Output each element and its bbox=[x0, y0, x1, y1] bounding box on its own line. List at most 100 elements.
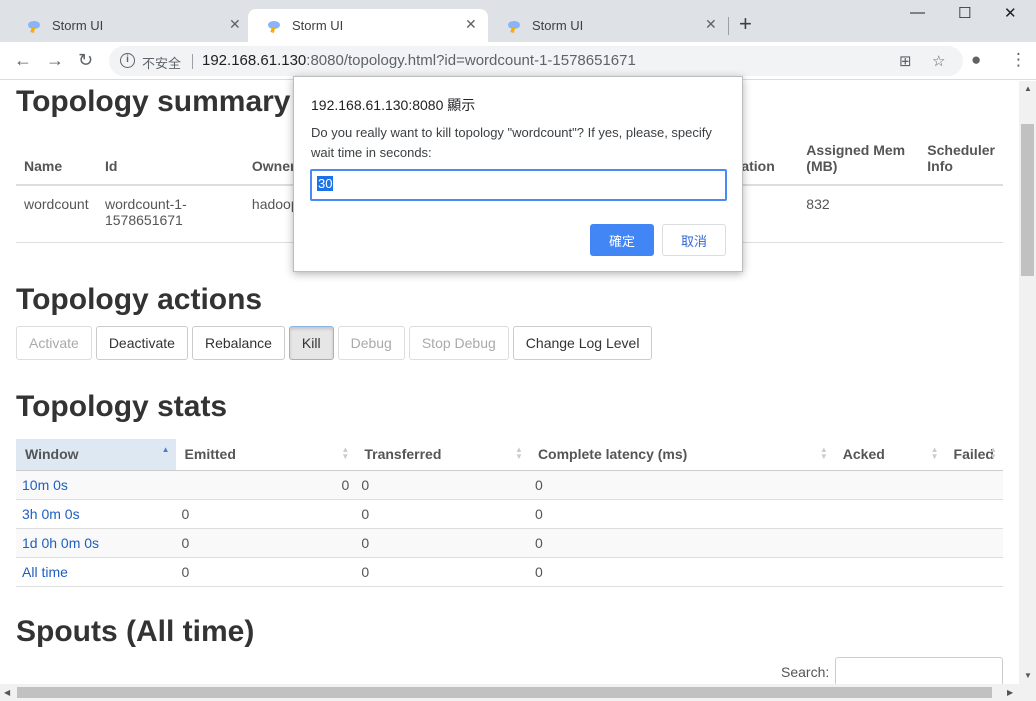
tab-title: Storm UI bbox=[292, 18, 344, 33]
topology-actions-heading: Topology actions bbox=[16, 283, 263, 316]
cell-failed bbox=[944, 528, 1003, 558]
debug-button[interactable]: Debug bbox=[337, 326, 405, 360]
cell-failed bbox=[944, 557, 1003, 587]
tab-storm-ui-1[interactable]: Storm UI ✕ bbox=[8, 9, 248, 42]
cell-window: All time bbox=[16, 557, 176, 587]
scroll-up-icon[interactable]: ▲ bbox=[1024, 84, 1032, 93]
dialog-message: Do you really want to kill topology "wor… bbox=[311, 125, 712, 160]
kill-prompt-dialog: 192.168.61.130:8080 顯示 Do you really wan… bbox=[293, 76, 743, 272]
cell-empty bbox=[733, 185, 799, 243]
col-acked-label: Acked bbox=[842, 446, 885, 463]
menu-kebab-icon[interactable]: ⋮ bbox=[1010, 50, 1027, 70]
storm-cloud-icon bbox=[268, 21, 280, 34]
col-transferred[interactable]: Transferred ▲ ▼ bbox=[355, 439, 529, 471]
horizontal-scroll-thumb[interactable] bbox=[17, 687, 992, 698]
security-label: 不安全 bbox=[142, 56, 182, 71]
col-emitted-label: Emitted bbox=[184, 446, 236, 463]
cell-emitted: 0 bbox=[175, 528, 356, 558]
spouts-search-input[interactable] bbox=[835, 657, 1003, 684]
col-window[interactable]: Window ▲ bbox=[16, 439, 176, 471]
address-bar[interactable]: i 不安全 192.168.61.130:8080/topology.html?… bbox=[109, 46, 963, 76]
sort-icon: ▲ ▼ bbox=[930, 445, 939, 461]
col-name: Name bbox=[16, 131, 97, 186]
back-arrow-icon[interactable]: ← bbox=[14, 50, 32, 71]
horizontal-scrollbar[interactable]: ◀ ▶ bbox=[0, 684, 1036, 701]
kill-button[interactable]: Kill bbox=[288, 326, 334, 360]
tab-close-icon[interactable]: ✕ bbox=[229, 16, 241, 33]
dialog-ok-button[interactable]: 確定 bbox=[590, 224, 654, 256]
cell-latency: 0 bbox=[528, 470, 834, 500]
cell-emitted: 0 bbox=[175, 499, 356, 529]
sort-icon: ▲ ▼ bbox=[989, 445, 997, 461]
stop-debug-button[interactable]: Stop Debug bbox=[408, 326, 509, 360]
col-complete-latency[interactable]: Complete latency (ms) ▲ ▼ bbox=[528, 439, 834, 471]
cell-transferred: 0 bbox=[355, 557, 529, 587]
forward-arrow-icon[interactable]: → bbox=[46, 50, 64, 71]
tab-storm-ui-2[interactable]: Storm UI ✕ bbox=[248, 9, 488, 42]
info-icon[interactable]: i bbox=[120, 53, 135, 68]
profile-avatar-icon[interactable]: ● bbox=[971, 50, 981, 70]
cell-transferred: 0 bbox=[355, 470, 529, 500]
scroll-right-icon[interactable]: ▶ bbox=[1007, 688, 1013, 697]
tab-close-icon[interactable]: ✕ bbox=[465, 16, 477, 33]
window-link[interactable]: 3h 0m 0s bbox=[22, 506, 80, 522]
rebalance-button[interactable]: Rebalance bbox=[191, 326, 285, 360]
new-tab-button[interactable]: + bbox=[739, 13, 752, 35]
cell-emitted: 0 bbox=[175, 470, 356, 500]
cell-acked bbox=[833, 470, 945, 500]
cell-failed bbox=[944, 499, 1003, 529]
window-close-button[interactable]: ✕ bbox=[1004, 4, 1017, 22]
cell-id: wordcount-1-1578651671 bbox=[96, 185, 244, 243]
window-link[interactable]: All time bbox=[22, 564, 68, 580]
tab-strip: Storm UI ✕ Storm UI ✕ Storm UI ✕ + — ☐ ✕ bbox=[0, 0, 1036, 42]
col-emitted[interactable]: Emitted ▲ ▼ bbox=[175, 439, 356, 471]
bookmark-star-icon[interactable]: ☆ bbox=[932, 52, 945, 70]
col-duration: ation bbox=[733, 131, 799, 186]
scroll-down-icon[interactable]: ▼ bbox=[1024, 671, 1032, 680]
col-transferred-label: Transferred bbox=[364, 446, 442, 463]
scroll-left-icon[interactable]: ◀ bbox=[4, 688, 10, 697]
table-row: 10m 0s 0 0 0 bbox=[16, 470, 1003, 500]
tab-storm-ui-3[interactable]: Storm UI ✕ bbox=[488, 9, 728, 42]
tab-title: Storm UI bbox=[52, 18, 104, 33]
change-log-level-button[interactable]: Change Log Level bbox=[512, 326, 653, 360]
cell-window: 10m 0s bbox=[16, 470, 176, 500]
col-failed[interactable]: Failed ▲ ▼ bbox=[944, 439, 1003, 471]
col-scheduler-info: Scheduler Info bbox=[919, 131, 1003, 186]
window-link[interactable]: 10m 0s bbox=[22, 477, 68, 493]
spouts-heading: Spouts (All time) bbox=[16, 615, 255, 648]
cell-latency: 0 bbox=[528, 557, 834, 587]
cell-acked bbox=[833, 528, 945, 558]
wait-time-input[interactable]: 30 bbox=[310, 169, 727, 201]
url-host: 192.168.61.130 bbox=[202, 52, 307, 69]
cell-failed bbox=[944, 470, 1003, 500]
cell-transferred: 0 bbox=[355, 499, 529, 529]
window-link[interactable]: 1d 0h 0m 0s bbox=[22, 535, 99, 551]
topology-stats-heading: Topology stats bbox=[16, 390, 228, 423]
deactivate-button[interactable]: Deactivate bbox=[95, 326, 188, 360]
col-acked[interactable]: Acked ▲ ▼ bbox=[833, 439, 945, 471]
sort-icon: ▲ ▼ bbox=[341, 445, 350, 461]
sort-icon: ▲ ▼ bbox=[515, 445, 523, 461]
cell-window: 1d 0h 0m 0s bbox=[16, 528, 176, 558]
activate-button[interactable]: Activate bbox=[16, 326, 92, 360]
maximize-button[interactable]: ☐ bbox=[958, 4, 971, 22]
topology-stats-table: Window ▲ Emitted ▲ ▼ Transferred ▲ ▼ Complete… bbox=[16, 439, 1003, 587]
col-failed-label: Failed bbox=[953, 446, 994, 463]
reload-icon[interactable]: ↻ bbox=[78, 50, 93, 71]
col-window-label: Window bbox=[25, 446, 79, 463]
tab-divider bbox=[728, 17, 729, 35]
tab-title: Storm UI bbox=[532, 18, 584, 33]
minimize-button[interactable]: — bbox=[910, 4, 925, 21]
vertical-scroll-thumb[interactable] bbox=[1021, 124, 1034, 276]
cell-acked bbox=[833, 557, 945, 587]
topology-summary-heading: Topology summary bbox=[16, 85, 291, 118]
table-row: All time 0 0 0 bbox=[16, 557, 1003, 587]
dialog-cancel-button[interactable]: 取消 bbox=[662, 224, 726, 256]
vertical-scrollbar[interactable]: ▲ ▼ bbox=[1019, 81, 1036, 684]
cell-latency: 0 bbox=[528, 499, 834, 529]
url-text[interactable]: 192.168.61.130:8080/topology.html?id=wor… bbox=[202, 52, 636, 69]
translate-icon[interactable]: ⊞ bbox=[899, 52, 912, 70]
tab-close-icon[interactable]: ✕ bbox=[705, 16, 717, 33]
url-path: :8080/topology.html?id=wordcount-1-15786… bbox=[306, 52, 636, 69]
